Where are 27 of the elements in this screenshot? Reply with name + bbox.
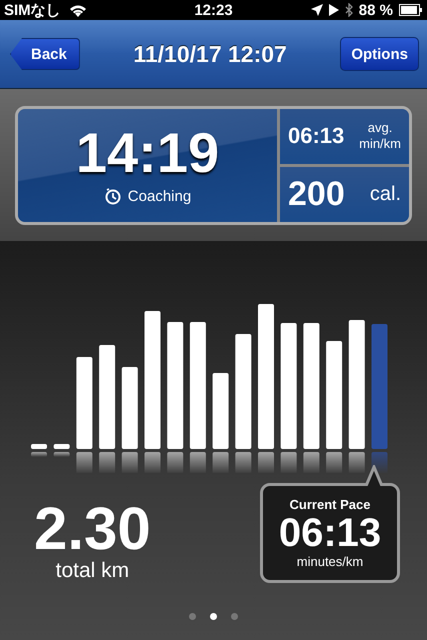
distance-label: total km — [56, 559, 130, 583]
avg-unit: min/km — [359, 136, 401, 152]
back-button[interactable]: Back — [10, 38, 80, 70]
battery-percentage: 88 % — [358, 2, 393, 18]
page-dot[interactable] — [189, 613, 196, 620]
avg-pace-value: 06:13 — [288, 123, 344, 149]
calories-unit: cal. — [370, 182, 401, 206]
page-dot[interactable] — [231, 613, 238, 620]
options-button[interactable]: Options — [340, 37, 419, 71]
bluetooth-icon — [344, 3, 353, 17]
distance-value: 2.30 — [34, 499, 151, 559]
carrier-label: SIMなし — [4, 0, 61, 20]
avg-label: avg. — [366, 120, 394, 136]
current-pace-value: 06:13 — [278, 512, 382, 554]
play-icon — [328, 4, 339, 16]
page-dot[interactable] — [210, 613, 217, 620]
clock: 12:23 — [194, 2, 233, 18]
location-arrow-icon — [310, 4, 323, 16]
duration-value: 14:19 — [76, 125, 220, 181]
nav-title: 11/10/17 12:07 — [133, 40, 287, 68]
coaching-label: Coaching — [128, 188, 192, 204]
current-pace-title: Current Pace — [290, 497, 370, 512]
stopwatch-icon — [104, 187, 122, 205]
calories-value: 200 — [288, 174, 345, 214]
battery-icon — [399, 4, 423, 16]
current-pace-unit: minutes/km — [296, 554, 364, 569]
wifi-icon — [68, 4, 87, 16]
